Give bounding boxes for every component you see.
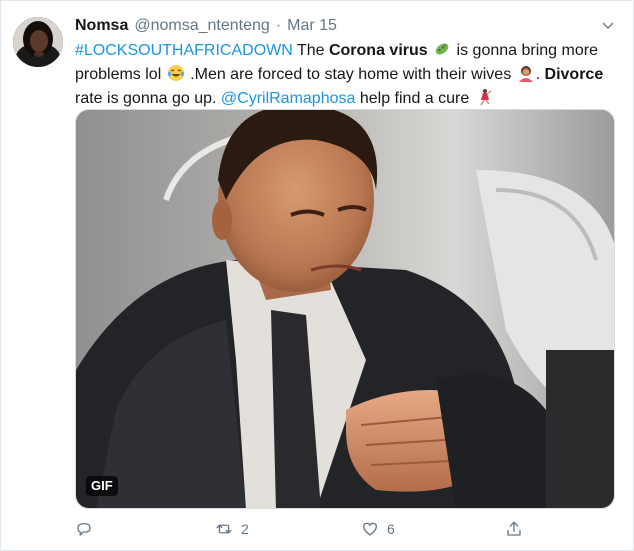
text-bold: Corona virus	[328, 42, 428, 59]
gif-frame-image	[76, 110, 614, 508]
tweet-card[interactable]: Nomsa @nomsa_ntenteng · Mar 15 #LOCKSOUT…	[0, 0, 634, 551]
more-options-button[interactable]	[597, 15, 619, 37]
tweet-text: #LOCKSOUTHAFRICADOWN The Corona virus is…	[75, 39, 615, 111]
like-count: 6	[387, 521, 395, 537]
text-segment: .Men are forced to stay home with their …	[185, 66, 512, 83]
heart-icon	[362, 522, 378, 536]
mention-link[interactable]: @CyrilRamaphosa	[221, 90, 356, 107]
tears-of-joy-emoji-icon	[167, 65, 184, 81]
avatar[interactable]	[13, 17, 63, 67]
retweet-count: 2	[241, 521, 249, 537]
text-segment: The	[292, 42, 329, 59]
text-segment: help find a cure	[355, 90, 470, 107]
share-button[interactable]	[505, 517, 523, 541]
person-facepalming-emoji-icon	[518, 66, 533, 82]
share-icon	[507, 521, 521, 536]
chevron-down-icon	[602, 22, 614, 29]
user-handle[interactable]: @nomsa_ntenteng	[134, 15, 269, 37]
tweet-header: Nomsa @nomsa_ntenteng · Mar 15	[75, 15, 337, 37]
display-name[interactable]: Nomsa	[75, 15, 128, 37]
hashtag-link[interactable]: #LOCKSOUTHAFRICADOWN	[75, 42, 293, 59]
gif-badge: GIF	[86, 476, 118, 496]
tweet-date[interactable]: Mar 15	[287, 15, 337, 37]
text-segment: rate is gonna go up.	[75, 90, 221, 107]
like-button[interactable]: 6	[361, 517, 395, 541]
tweet-actions: 2 6	[75, 517, 615, 541]
woman-dancing-emoji-icon	[480, 89, 492, 106]
separator-dot: ·	[275, 17, 282, 34]
gif-media[interactable]: GIF	[75, 109, 615, 509]
text-segment: .	[535, 66, 545, 83]
reply-icon	[77, 523, 91, 536]
retweet-icon	[216, 524, 232, 534]
reply-button[interactable]	[75, 517, 101, 541]
avatar-image	[13, 17, 63, 67]
retweet-button[interactable]: 2	[215, 517, 249, 541]
text-bold: Divorce	[544, 66, 604, 83]
microbe-emoji-icon	[435, 43, 449, 55]
